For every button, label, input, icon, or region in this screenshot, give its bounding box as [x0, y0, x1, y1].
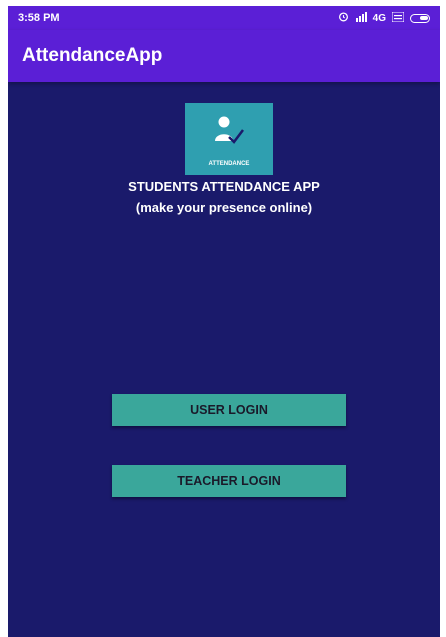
- page-subtitle: (make your presence online): [135, 200, 313, 215]
- logo-label: ATTENDANCE: [208, 161, 250, 167]
- status-time: 3:58 PM: [18, 12, 60, 24]
- alarm-icon: [338, 11, 349, 25]
- status-bar: 3:58 PM 4G: [8, 6, 440, 30]
- status-icons: 4G: [338, 11, 430, 25]
- battery-icon: [410, 13, 430, 23]
- teacher-login-button[interactable]: TEACHER LOGIN: [112, 465, 346, 497]
- network-type: 4G: [372, 12, 386, 24]
- volte-icon: [391, 11, 405, 25]
- signal-icon: [355, 11, 367, 25]
- user-check-icon: [215, 116, 244, 144]
- attendance-logo: ATTENDANCE: [185, 103, 273, 175]
- app-bar-title: AttendanceApp: [22, 45, 163, 66]
- phone-screen: 3:58 PM 4G AttendanceApp ATTENDANCE STUD…: [8, 6, 440, 637]
- app-bar: AttendanceApp: [8, 30, 440, 82]
- page-title: STUDENTS ATTENDANCE APP: [128, 179, 320, 194]
- user-login-button[interactable]: USER LOGIN: [112, 394, 346, 426]
